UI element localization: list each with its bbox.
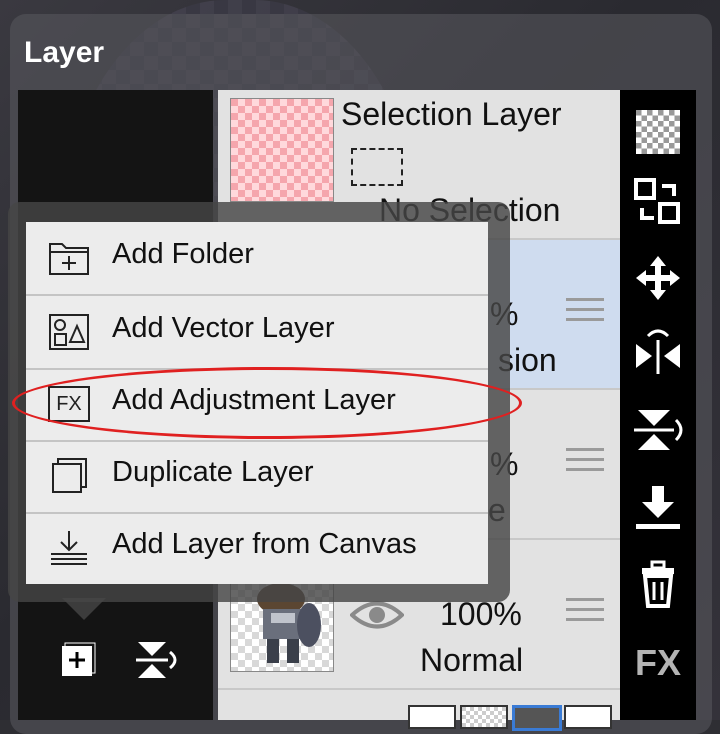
menu-item-add-folder[interactable]: Add Folder — [26, 222, 488, 296]
menu-item-label: Duplicate Layer — [112, 456, 314, 488]
drag-handle-icon[interactable] — [566, 448, 604, 476]
menu-pointer — [62, 598, 106, 620]
vector-layer-icon — [48, 314, 90, 350]
panel-title: Layer — [24, 36, 105, 69]
move-icon[interactable] — [630, 250, 686, 306]
trash-icon[interactable] — [630, 556, 686, 612]
selection-layer-title: Selection Layer — [341, 96, 562, 132]
flip-horizontal-icon[interactable] — [630, 326, 686, 382]
selection-marquee-icon — [351, 148, 403, 186]
duplicate-icon — [48, 458, 90, 494]
add-folder-icon — [48, 240, 90, 276]
swap-layers-icon[interactable] — [630, 174, 686, 230]
transparent-checker-icon[interactable] — [630, 104, 686, 160]
drag-handle-icon[interactable] — [566, 598, 604, 626]
menu-item-add-vector-layer[interactable]: Add Vector Layer — [26, 296, 488, 370]
flip-vertical-small-icon[interactable] — [136, 640, 180, 680]
selection-layer-thumbnail — [230, 98, 334, 202]
layer-toolbar: FX — [620, 90, 696, 720]
menu-item-label: Add Vector Layer — [112, 312, 335, 344]
menu-item-label: Add Layer from Canvas — [112, 528, 417, 560]
flip-vertical-icon[interactable] — [630, 402, 686, 458]
highlight-annotation — [12, 367, 522, 439]
paper-texture-swatches[interactable] — [408, 705, 624, 731]
menu-item-duplicate-layer[interactable]: Duplicate Layer — [26, 440, 488, 514]
add-layer-icon[interactable] — [60, 642, 96, 678]
eye-visibility-icon[interactable] — [349, 598, 405, 632]
merge-down-icon[interactable] — [630, 482, 686, 538]
menu-item-add-layer-from-canvas[interactable]: Add Layer from Canvas — [26, 512, 488, 584]
layer-from-canvas-icon — [48, 530, 90, 566]
menu-item-label: Add Folder — [112, 238, 254, 270]
drag-handle-icon[interactable] — [566, 298, 604, 326]
fx-button[interactable]: FX — [630, 638, 686, 694]
layer-blend-mode: Normal — [420, 642, 524, 678]
